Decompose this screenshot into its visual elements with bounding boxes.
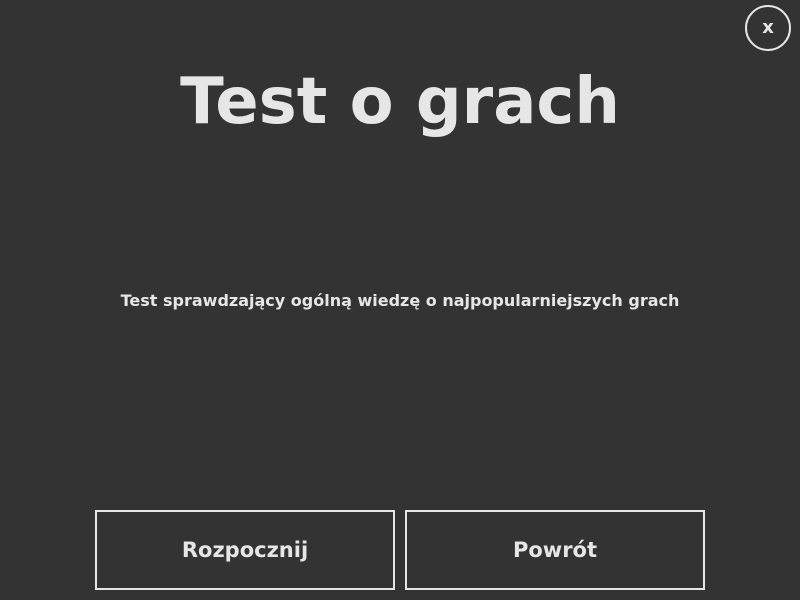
start-button[interactable]: Rozpocznij <box>95 510 395 590</box>
back-button-label: Powrót <box>512 538 598 562</box>
quiz-description: Test sprawdzający ogólną wiedzę o najpop… <box>120 291 680 310</box>
close-button[interactable]: x <box>745 5 791 51</box>
start-button-label: Rozpocznij <box>181 538 309 562</box>
quiz-intro-window: x Test o grach Test sprawdzający ogólną … <box>0 0 800 600</box>
close-icon: x <box>762 17 774 38</box>
page-title: Test o grach <box>180 65 620 139</box>
back-button[interactable]: Powrót <box>405 510 705 590</box>
